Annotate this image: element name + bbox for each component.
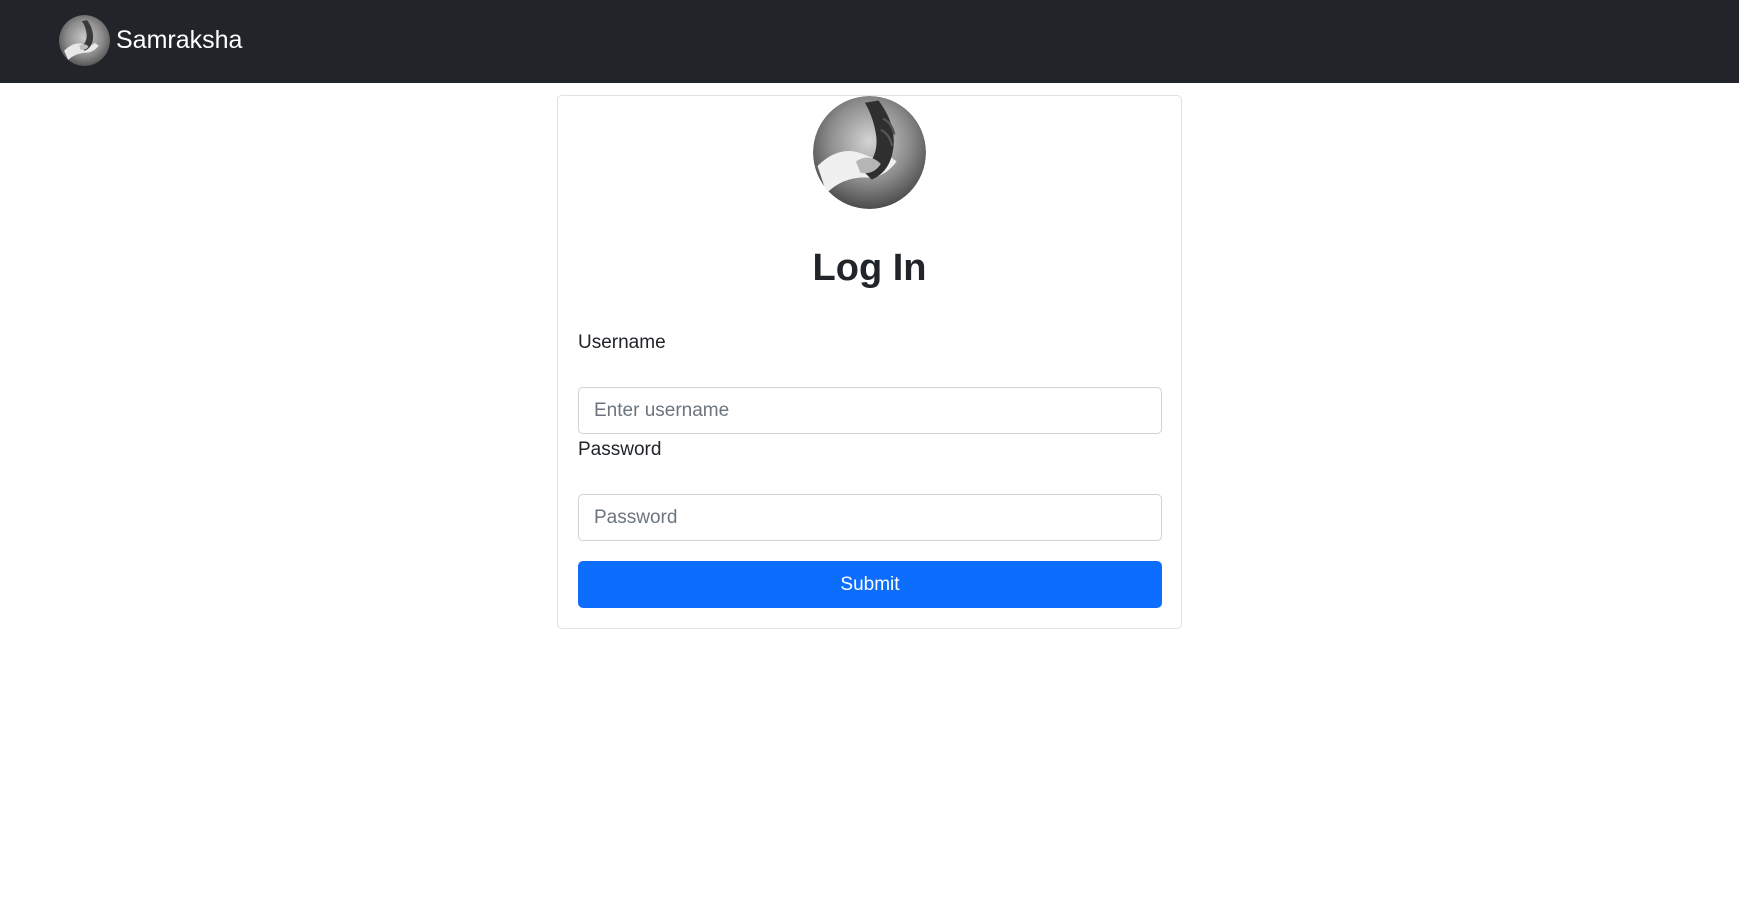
page-title: Log In xyxy=(812,247,927,289)
brand-name: Samraksha xyxy=(116,26,243,54)
username-label: Username xyxy=(578,332,666,353)
password-label: Password xyxy=(578,439,662,460)
username-input[interactable] xyxy=(578,387,1162,434)
brand-logo-icon xyxy=(59,15,110,66)
submit-button[interactable]: Submit xyxy=(578,561,1162,608)
top-navbar: Samraksha xyxy=(0,0,1739,83)
brand-link[interactable]: Samraksha xyxy=(59,15,242,66)
login-card: Log In Username Password Submit xyxy=(557,95,1182,629)
login-avatar-icon xyxy=(813,96,926,209)
password-input[interactable] xyxy=(578,494,1162,541)
